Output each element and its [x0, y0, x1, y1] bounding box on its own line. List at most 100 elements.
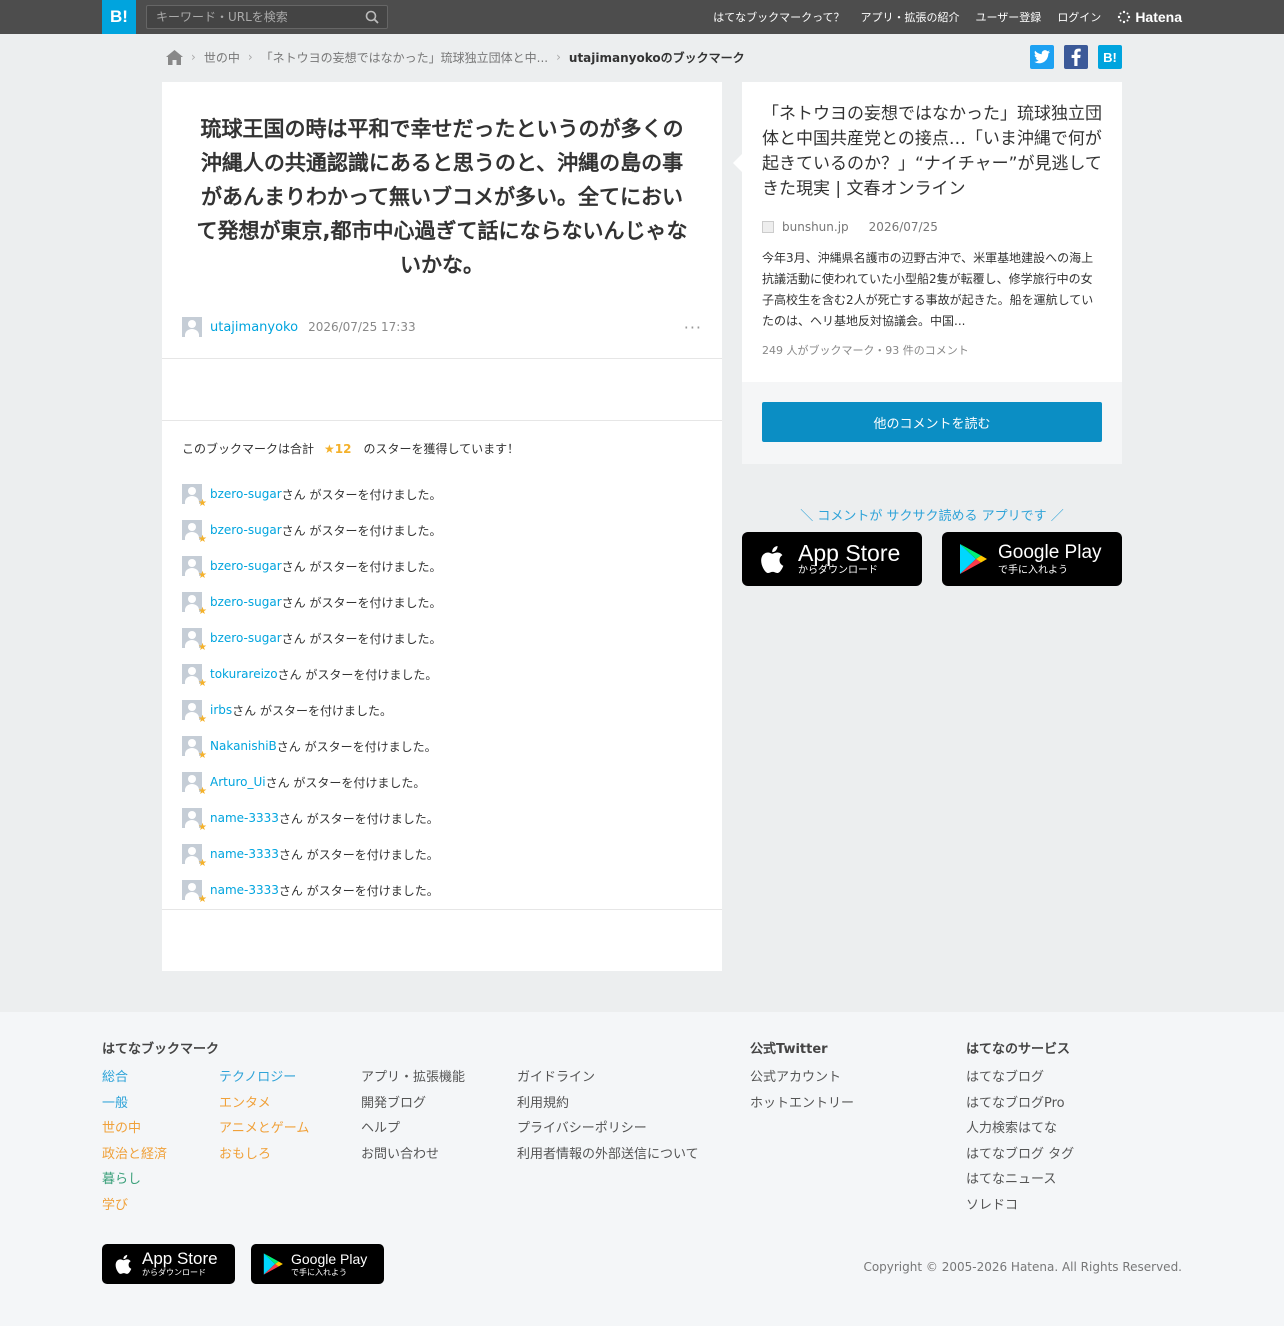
star-user-avatar[interactable]: ★ — [182, 520, 207, 545]
google-play-icon — [960, 544, 987, 574]
facebook-share-icon[interactable] — [1064, 45, 1088, 69]
entry-date: 2026/07/25 — [868, 220, 938, 234]
star-user-link[interactable]: Arturo_Ui — [210, 775, 266, 789]
star-summary: このブックマークは合計 ★12 のスターを獲得しています！ — [182, 440, 519, 457]
bookmark-user-link[interactable]: utajimanyoko — [210, 320, 298, 335]
copyright: Copyright © 2005-2026 Hatena. All Rights… — [863, 1260, 1182, 1274]
breadcrumb-category[interactable]: 世の中 — [204, 49, 240, 66]
footer-link[interactable]: アプリ・拡張機能 — [361, 1065, 465, 1091]
star-icon: ★ — [198, 606, 207, 617]
footer-app-store-label: App Store — [142, 1249, 218, 1268]
breadcrumb-current: utajimanyokoのブックマーク — [568, 50, 745, 65]
divider — [162, 358, 722, 359]
footer-link[interactable]: はてなブログ — [966, 1065, 1074, 1091]
star-text: さん がスターを付けました。 — [276, 739, 437, 754]
nav-signup[interactable]: ユーザー登録 — [976, 9, 1042, 25]
star-user-link[interactable]: bzero-sugar — [210, 631, 282, 645]
app-store-button[interactable]: App Store からダウンロード — [742, 532, 922, 586]
read-more-box: 他のコメントを読む — [742, 382, 1122, 464]
footer-link[interactable]: 人力検索はてな — [966, 1116, 1074, 1142]
star-user-link[interactable]: irbs — [210, 703, 232, 717]
footer-link[interactable]: アニメとゲーム — [219, 1116, 309, 1142]
divider — [162, 909, 722, 910]
footer-link[interactable]: 利用規約 — [517, 1091, 699, 1117]
footer-link[interactable]: プライバシーポリシー — [517, 1116, 699, 1142]
star-list-item: ★ bzero-sugar さん がスターを付けました。 — [182, 548, 702, 584]
user-avatar[interactable] — [182, 317, 202, 337]
footer-google-play-button[interactable]: Google Play で手に入れよう — [251, 1244, 384, 1284]
star-list-item: ★ tokurareizo さん がスターを付けました。 — [182, 656, 702, 692]
footer-link[interactable]: お問い合わせ — [361, 1142, 465, 1168]
home-icon[interactable] — [166, 49, 183, 65]
star-user-link[interactable]: NakanishiB — [210, 739, 277, 753]
star-user-avatar[interactable]: ★ — [182, 736, 207, 761]
footer-link[interactable]: 暮らし — [102, 1167, 167, 1193]
footer-link[interactable]: 公式アカウント — [750, 1065, 854, 1091]
twitter-share-icon[interactable] — [1030, 45, 1054, 69]
read-other-comments-button[interactable]: 他のコメントを読む — [762, 402, 1102, 442]
footer-link[interactable]: テクノロジー — [219, 1065, 309, 1091]
star-user-link[interactable]: name-3333 — [210, 883, 279, 897]
footer-link[interactable]: 一般 — [102, 1091, 167, 1117]
star-icon: ★ — [198, 750, 207, 761]
footer-link[interactable]: 政治と経済 — [102, 1142, 167, 1168]
star-text: さん がスターを付けました。 — [281, 559, 442, 574]
footer-link[interactable]: ソレドコ — [966, 1193, 1074, 1219]
footer-link[interactable]: はてなブログ タグ — [966, 1142, 1074, 1168]
breadcrumb-entry[interactable]: 「ネトウヨの妄想ではなかった」琉球独立団体と中... — [261, 49, 548, 66]
entry-title-link[interactable]: 「ネトウヨの妄想ではなかった」琉球独立団体と中国共産党との接点…「いま沖縄で何が… — [762, 102, 1102, 202]
footer-link[interactable]: 総合 — [102, 1065, 167, 1091]
breadcrumb: › 世の中 › 「ネトウヨの妄想ではなかった」琉球独立団体と中... › uta… — [166, 48, 745, 66]
share-buttons: B! — [1030, 45, 1122, 69]
footer-link[interactable]: 世の中 — [102, 1116, 167, 1142]
star-user-link[interactable]: bzero-sugar — [210, 559, 282, 573]
star-user-avatar[interactable]: ★ — [182, 844, 207, 869]
star-user-link[interactable]: name-3333 — [210, 811, 279, 825]
footer: はてなブックマーク 総合 一般 世の中 政治と経済 暮らし 学び テクノロジー エンタメ アニ… — [0, 1012, 1284, 1326]
star-user-link[interactable]: name-3333 — [210, 847, 279, 861]
star-user-link[interactable]: tokurareizo — [210, 667, 278, 681]
search-icon[interactable] — [365, 10, 379, 24]
star-user-avatar[interactable]: ★ — [182, 808, 207, 833]
star-list-item: ★ Arturo_Ui さん がスターを付けました。 — [182, 764, 702, 800]
footer-link[interactable]: 学び — [102, 1193, 167, 1219]
google-play-button[interactable]: Google Play で手に入れよう — [942, 532, 1122, 586]
app-store-buttons: App Store からダウンロード Google Play で手に入れよう — [742, 532, 1122, 586]
star-list-item: ★ name-3333 さん がスターを付けました。 — [182, 836, 702, 872]
entry-stats[interactable]: 249 人がブックマーク・93 件のコメント — [762, 342, 1102, 358]
footer-link[interactable]: ヘルプ — [361, 1116, 465, 1142]
hatena-brand-link[interactable]: Hatena — [1117, 9, 1182, 25]
more-options-icon[interactable]: ··· — [684, 318, 702, 337]
footer-app-store-button[interactable]: App Store からダウンロード — [102, 1244, 235, 1284]
footer-link[interactable]: おもしろ — [219, 1142, 309, 1168]
entry-domain[interactable]: bunshun.jp — [782, 220, 849, 234]
star-user-avatar[interactable]: ★ — [182, 556, 207, 581]
star-user-avatar[interactable]: ★ — [182, 700, 207, 725]
star-user-link[interactable]: bzero-sugar — [210, 487, 282, 501]
hatena-bookmark-logo[interactable]: B! — [102, 0, 136, 34]
apple-icon — [115, 1254, 132, 1274]
app-promo-text: ＼ コメントが サクサク読める アプリです ／ — [800, 509, 1064, 524]
nav-login[interactable]: ログイン — [1057, 9, 1101, 25]
star-user-avatar[interactable]: ★ — [182, 628, 207, 653]
footer-link[interactable]: 開発ブログ — [361, 1091, 465, 1117]
search-input[interactable] — [147, 6, 352, 28]
star-user-avatar[interactable]: ★ — [182, 484, 207, 509]
footer-link[interactable]: 利用者情報の外部送信について — [517, 1142, 699, 1168]
hatena-share-icon[interactable]: B! — [1098, 45, 1122, 69]
star-user-link[interactable]: bzero-sugar — [210, 595, 282, 609]
star-user-avatar[interactable]: ★ — [182, 664, 207, 689]
star-user-avatar[interactable]: ★ — [182, 592, 207, 617]
star-user-avatar[interactable]: ★ — [182, 772, 207, 797]
star-user-avatar[interactable]: ★ — [182, 880, 207, 905]
star-user-link[interactable]: bzero-sugar — [210, 523, 282, 537]
footer-link[interactable]: ガイドライン — [517, 1065, 699, 1091]
nav-apps[interactable]: アプリ・拡張の紹介 — [861, 9, 960, 25]
nav-about[interactable]: はてなブックマークって？ — [713, 9, 844, 25]
footer-link[interactable]: はてなニュース — [966, 1167, 1074, 1193]
footer-link[interactable]: エンタメ — [219, 1091, 309, 1117]
footer-link[interactable]: ホットエントリー — [750, 1091, 854, 1117]
top-bar: B! はてなブックマークって？ アプリ・拡張の紹介 ユーザー登録 ログイン Ha… — [0, 0, 1284, 34]
star-list-item: ★ NakanishiB さん がスターを付けました。 — [182, 728, 702, 764]
footer-link[interactable]: はてなブログPro — [966, 1091, 1074, 1117]
